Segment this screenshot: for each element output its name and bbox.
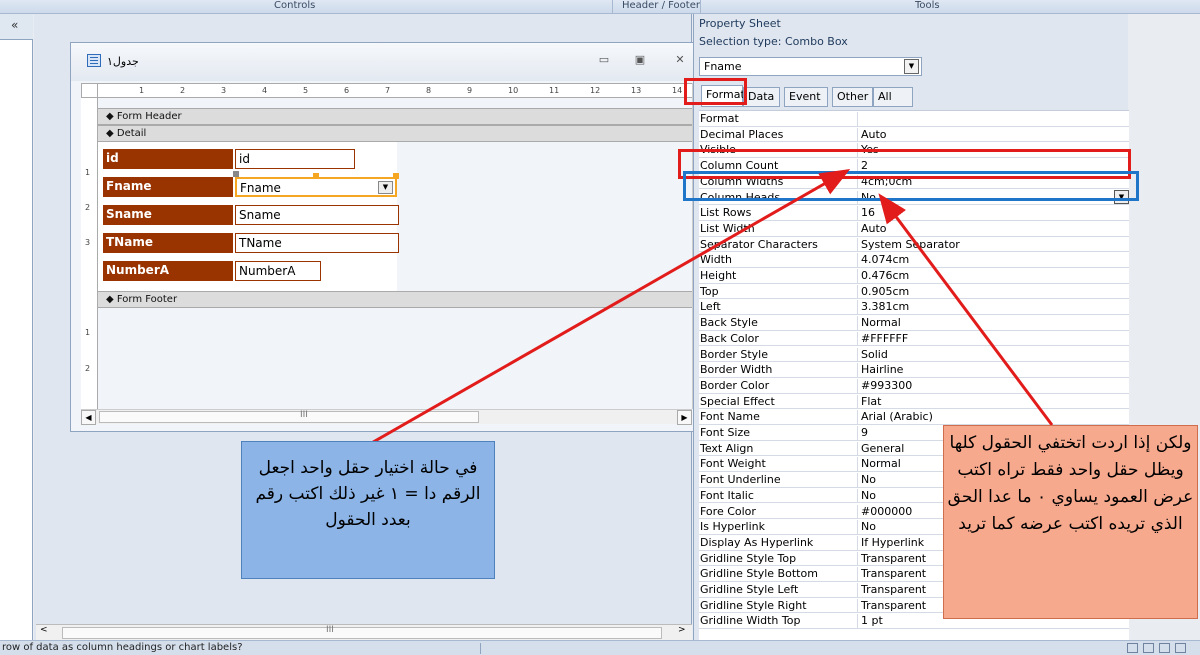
form-view-icon[interactable] (1127, 643, 1138, 653)
layout-view-icon[interactable] (1159, 643, 1170, 653)
annotation-right-note: ولكن إذا اردت اتختفي الحقول كلها ويظل حق… (943, 425, 1198, 619)
status-bar: row of data as column headings or chart … (0, 640, 1200, 655)
status-text: row of data as column headings or chart … (2, 642, 243, 653)
design-view-icon[interactable] (1175, 643, 1186, 653)
datasheet-view-icon[interactable] (1143, 643, 1154, 653)
status-separator (480, 643, 481, 654)
arrow-left-note (367, 169, 851, 447)
arrow-right-note (878, 193, 1054, 426)
annotation-left-note: في حالة اختيار حقل واحد اجعل الرقم دا = … (241, 441, 495, 579)
